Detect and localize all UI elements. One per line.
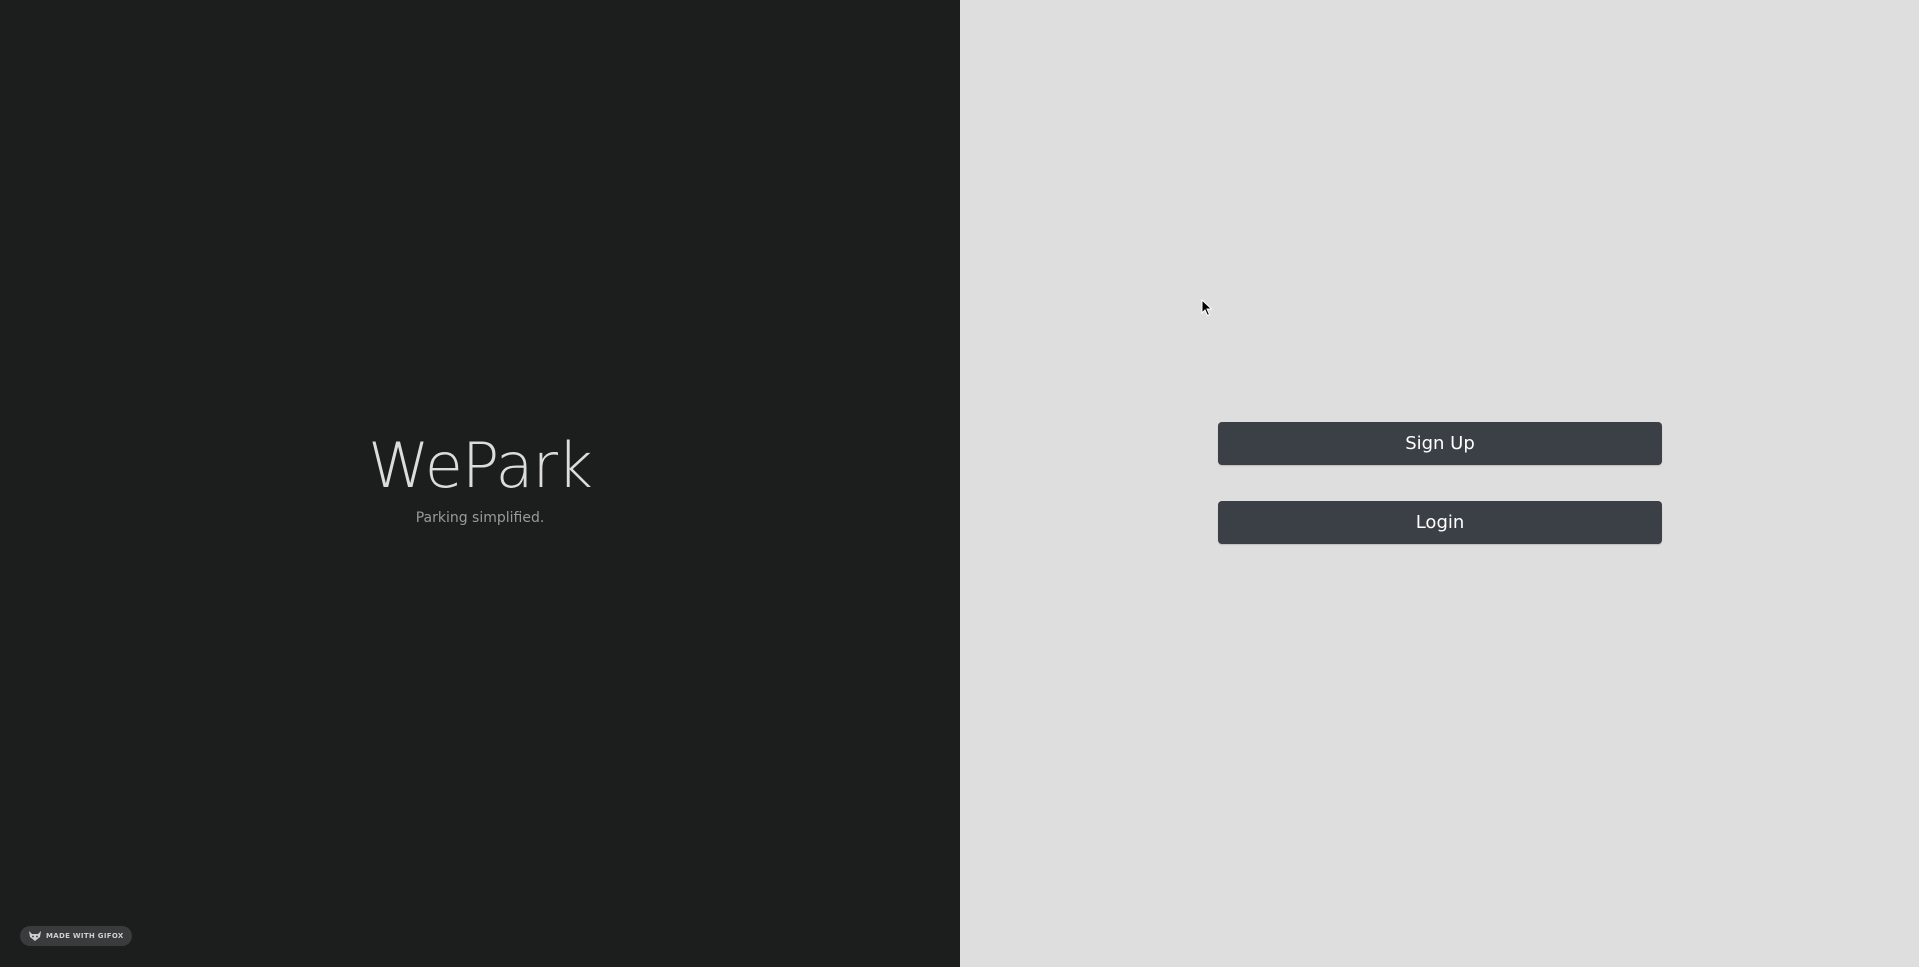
app-title: WePark bbox=[368, 429, 593, 502]
brand-panel: WePark Parking simplified. MADE WITH GIF… bbox=[0, 0, 960, 967]
sign-up-button[interactable]: Sign Up bbox=[1218, 422, 1662, 465]
app-tagline: Parking simplified. bbox=[415, 510, 545, 526]
mouse-cursor-icon bbox=[1201, 299, 1213, 317]
landing-page: WePark Parking simplified. MADE WITH GIF… bbox=[0, 0, 1919, 967]
gifox-badge: MADE WITH GIFOX bbox=[20, 926, 132, 946]
gifox-badge-label: MADE WITH GIFOX bbox=[46, 932, 124, 940]
auth-panel: Sign Up Login bbox=[960, 0, 1919, 967]
login-button[interactable]: Login bbox=[1218, 501, 1662, 544]
brand-block: WePark Parking simplified. bbox=[0, 429, 960, 527]
fox-icon bbox=[29, 931, 41, 941]
